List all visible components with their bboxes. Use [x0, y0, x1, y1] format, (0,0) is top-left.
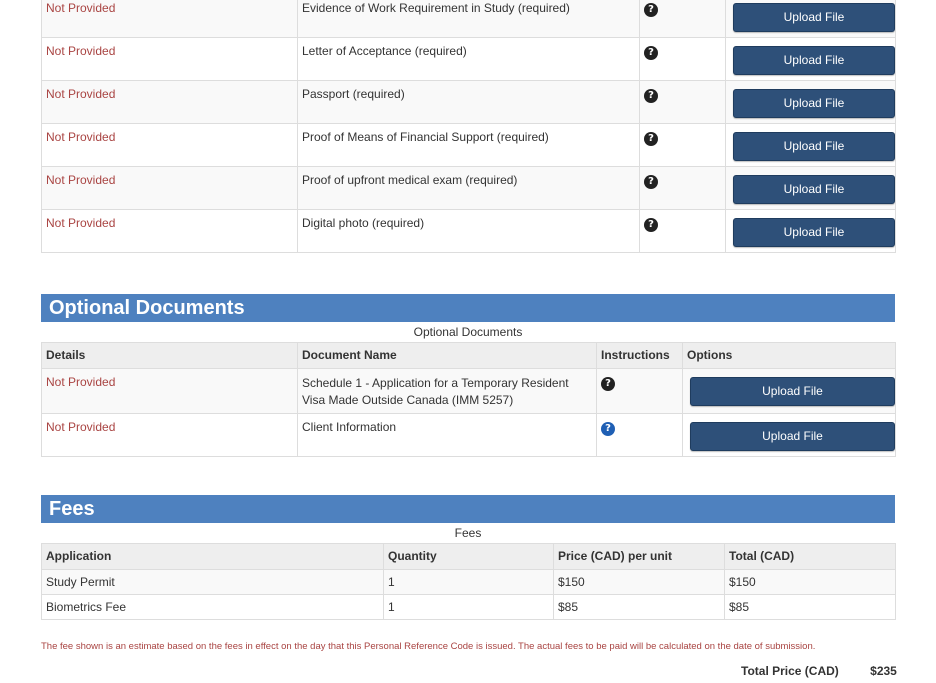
- upload-file-button[interactable]: Upload File: [733, 89, 895, 118]
- help-icon[interactable]: ?: [601, 377, 615, 391]
- table-row: Study Permit 1 $150 $150: [41, 569, 896, 595]
- fee-price: $85: [553, 594, 725, 620]
- upload-file-button[interactable]: Upload File: [733, 46, 895, 75]
- table-row: Not Provided Digital photo (required) ? …: [41, 209, 896, 253]
- document-name: Evidence of Work Requirement in Study (r…: [302, 1, 570, 15]
- document-name: Proof of Means of Financial Support (req…: [302, 130, 549, 144]
- table-row: Not Provided Letter of Acceptance (requi…: [41, 37, 896, 81]
- document-status: Not Provided: [46, 1, 116, 15]
- column-header-details: Details: [41, 342, 298, 369]
- upload-file-button[interactable]: Upload File: [733, 218, 895, 247]
- document-status: Not Provided: [46, 173, 116, 187]
- upload-file-button[interactable]: Upload File: [733, 175, 895, 204]
- upload-file-button[interactable]: Upload File: [733, 132, 895, 161]
- table-row: Not Provided Proof of Means of Financial…: [41, 123, 896, 167]
- section-title: Fees: [41, 495, 895, 523]
- table-row: Not Provided Evidence of Work Requiremen…: [41, 0, 896, 38]
- column-header-price: Price (CAD) per unit: [553, 543, 725, 570]
- document-status: Not Provided: [46, 420, 116, 434]
- document-status: Not Provided: [46, 130, 116, 144]
- table-row: Biometrics Fee 1 $85 $85: [41, 594, 896, 620]
- total-price-label: Total Price (CAD): [741, 664, 839, 678]
- upload-file-button[interactable]: Upload File: [733, 3, 895, 32]
- help-icon[interactable]: ?: [644, 46, 658, 60]
- column-header-application: Application: [41, 543, 384, 570]
- document-status: Not Provided: [46, 375, 116, 389]
- fee-estimate-note: The fee shown is an estimate based on th…: [41, 641, 816, 652]
- column-header-options: Options: [682, 342, 896, 369]
- help-icon[interactable]: ?: [644, 89, 658, 103]
- column-header-instructions: Instructions: [596, 342, 683, 369]
- fees-section: Fees Fees Application Quantity Price (CA…: [41, 495, 896, 620]
- document-status: Not Provided: [46, 44, 116, 58]
- fee-total: $85: [724, 594, 896, 620]
- fee-quantity: 1: [383, 594, 554, 620]
- table-row: Not Provided Schedule 1 - Application fo…: [41, 368, 896, 414]
- required-documents-table: Not Provided Evidence of Work Requiremen…: [41, 0, 896, 253]
- help-icon[interactable]: ?: [601, 422, 615, 436]
- optional-documents-table: Details Document Name Instructions Optio…: [41, 342, 896, 457]
- table-row: Not Provided Passport (required) ? Uploa…: [41, 80, 896, 124]
- fee-quantity: 1: [383, 569, 554, 595]
- section-title: Optional Documents: [41, 294, 895, 322]
- optional-documents-section: Optional Documents Optional Documents De…: [41, 294, 896, 457]
- document-name: Passport (required): [302, 87, 405, 101]
- fee-application: Study Permit: [41, 569, 384, 595]
- fee-price: $150: [553, 569, 725, 595]
- help-icon[interactable]: ?: [644, 3, 658, 17]
- document-name: Letter of Acceptance (required): [302, 44, 467, 58]
- required-documents-section: Not Provided Evidence of Work Requiremen…: [41, 0, 896, 253]
- fees-table: Application Quantity Price (CAD) per uni…: [41, 543, 896, 620]
- column-header-document-name: Document Name: [297, 342, 597, 369]
- upload-file-button[interactable]: Upload File: [690, 377, 895, 406]
- help-icon[interactable]: ?: [644, 218, 658, 232]
- total-price: Total Price (CAD) $235: [741, 664, 897, 678]
- total-price-value: $235: [870, 664, 897, 678]
- document-name: Client Information: [302, 420, 397, 434]
- upload-file-button[interactable]: Upload File: [690, 422, 895, 451]
- document-status: Not Provided: [46, 216, 116, 230]
- fee-application: Biometrics Fee: [41, 594, 384, 620]
- help-icon[interactable]: ?: [644, 132, 658, 146]
- table-caption: Fees: [454, 526, 482, 540]
- table-row: Not Provided Client Information ? Upload…: [41, 413, 896, 457]
- document-name: Proof of upfront medical exam (required): [302, 173, 518, 187]
- document-name: Schedule 1 - Application for a Temporary…: [302, 376, 569, 407]
- column-header-quantity: Quantity: [383, 543, 554, 570]
- table-header-row: Details Document Name Instructions Optio…: [41, 342, 896, 369]
- table-header-row: Application Quantity Price (CAD) per uni…: [41, 543, 896, 570]
- table-caption: Optional Documents: [413, 325, 523, 339]
- fee-total: $150: [724, 569, 896, 595]
- column-header-total: Total (CAD): [724, 543, 896, 570]
- table-row: Not Provided Proof of upfront medical ex…: [41, 166, 896, 210]
- document-name: Digital photo (required): [302, 216, 425, 230]
- help-icon[interactable]: ?: [644, 175, 658, 189]
- document-status: Not Provided: [46, 87, 116, 101]
